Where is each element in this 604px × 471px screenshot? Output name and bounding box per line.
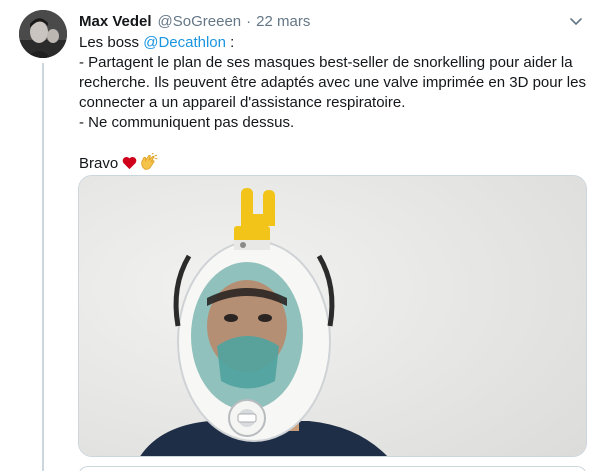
next-card-edge [78, 466, 587, 471]
intro-text: Les boss [79, 34, 144, 51]
snorkel-mask-photo [79, 176, 586, 456]
closing-text: Bravo [79, 155, 119, 172]
tweet-line-silent: - Ne communiquent pas dessus. [79, 114, 295, 131]
clapping-hands-icon [141, 153, 158, 170]
tweet-date[interactable]: 22 mars [256, 13, 310, 30]
tweet-text: Les boss @Decathlon : - Partagent le pla… [79, 33, 591, 174]
avatar[interactable] [19, 10, 67, 58]
thread-line [42, 63, 44, 471]
mention-link[interactable]: @Decathlon [143, 34, 226, 51]
tweet-line-share: - Partagent le plan de ses masques best-… [79, 54, 586, 111]
chevron-down-icon[interactable] [568, 13, 584, 29]
tweet-photo[interactable] [78, 175, 587, 457]
intro-suffix: : [226, 34, 235, 51]
tweet-line-intro: Les boss @Decathlon : [79, 33, 591, 53]
author-handle[interactable]: @SoGreeen [158, 13, 242, 30]
separator-dot: · [246, 12, 252, 30]
red-heart-icon [122, 156, 137, 170]
tweet-header: Max Vedel @SoGreeen · 22 mars [79, 10, 594, 32]
tweet-line-closing: Bravo [79, 153, 591, 174]
author-name[interactable]: Max Vedel [79, 13, 152, 30]
avatar-photo [19, 10, 67, 58]
